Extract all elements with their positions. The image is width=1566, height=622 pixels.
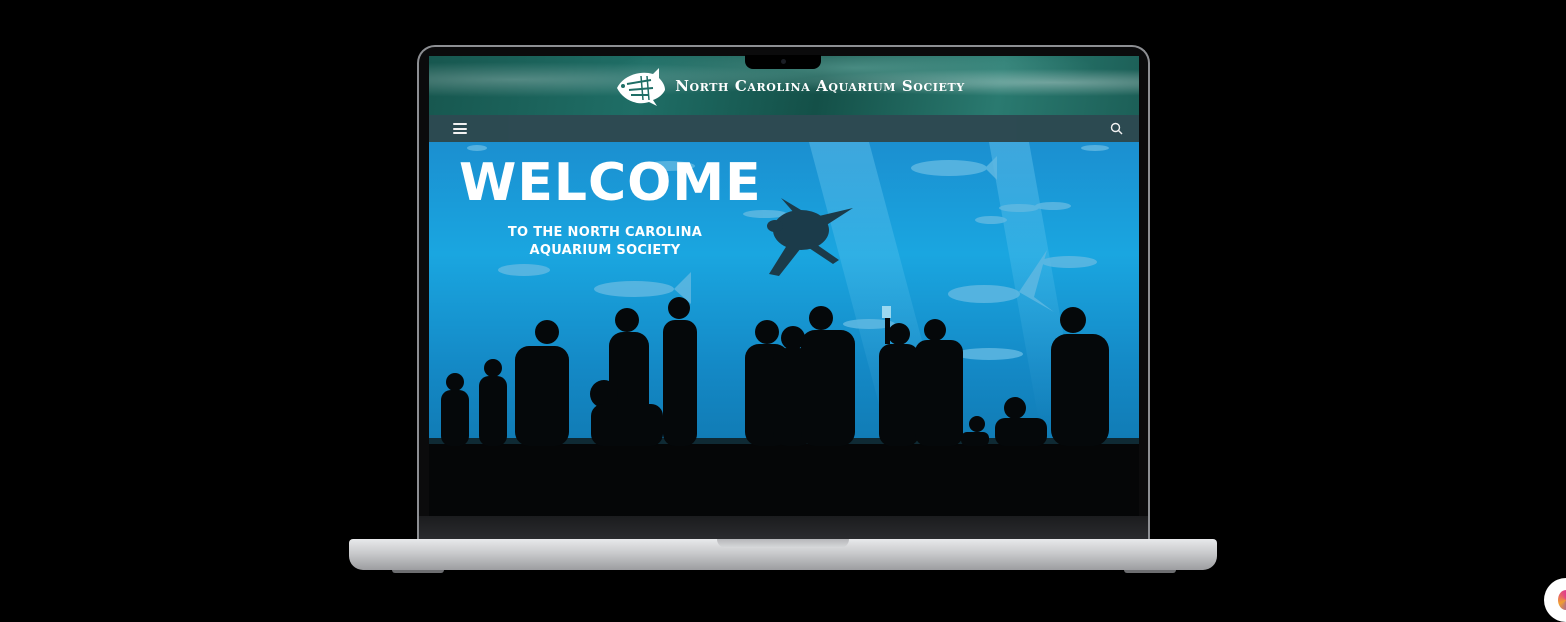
top-navbar [429,115,1139,142]
laptop-opening-notch [717,539,849,548]
hero-banner: WELCOME TO THE NORTH CAROLINA AQUARIUM S… [429,142,1139,516]
hero-subheadline-line2: AQUARIUM SOCIETY [529,243,681,258]
laptop-foot-left [392,570,444,573]
chat-widget-button[interactable] [1544,578,1566,622]
chat-logo-icon [1558,590,1566,610]
site-logo[interactable]: North Carolina Aquarium Society [613,64,965,108]
laptop-foot-right [1124,570,1176,573]
site-title[interactable]: North Carolina Aquarium Society [675,77,965,95]
hero-headline: WELCOME [459,153,762,213]
search-icon[interactable] [1110,122,1123,135]
laptop-screen: North Carolina Aquarium Society WELCOME … [429,56,1139,517]
camera-icon [781,59,786,64]
hero-subheadline: TO THE NORTH CAROLINA AQUARIUM SOCIETY [489,224,721,260]
fish-logo-icon [617,67,666,106]
hamburger-menu-icon[interactable] [453,123,467,134]
laptop-bezel-bottom [419,516,1148,540]
hero-subheadline-line1: TO THE NORTH CAROLINA [507,225,703,240]
